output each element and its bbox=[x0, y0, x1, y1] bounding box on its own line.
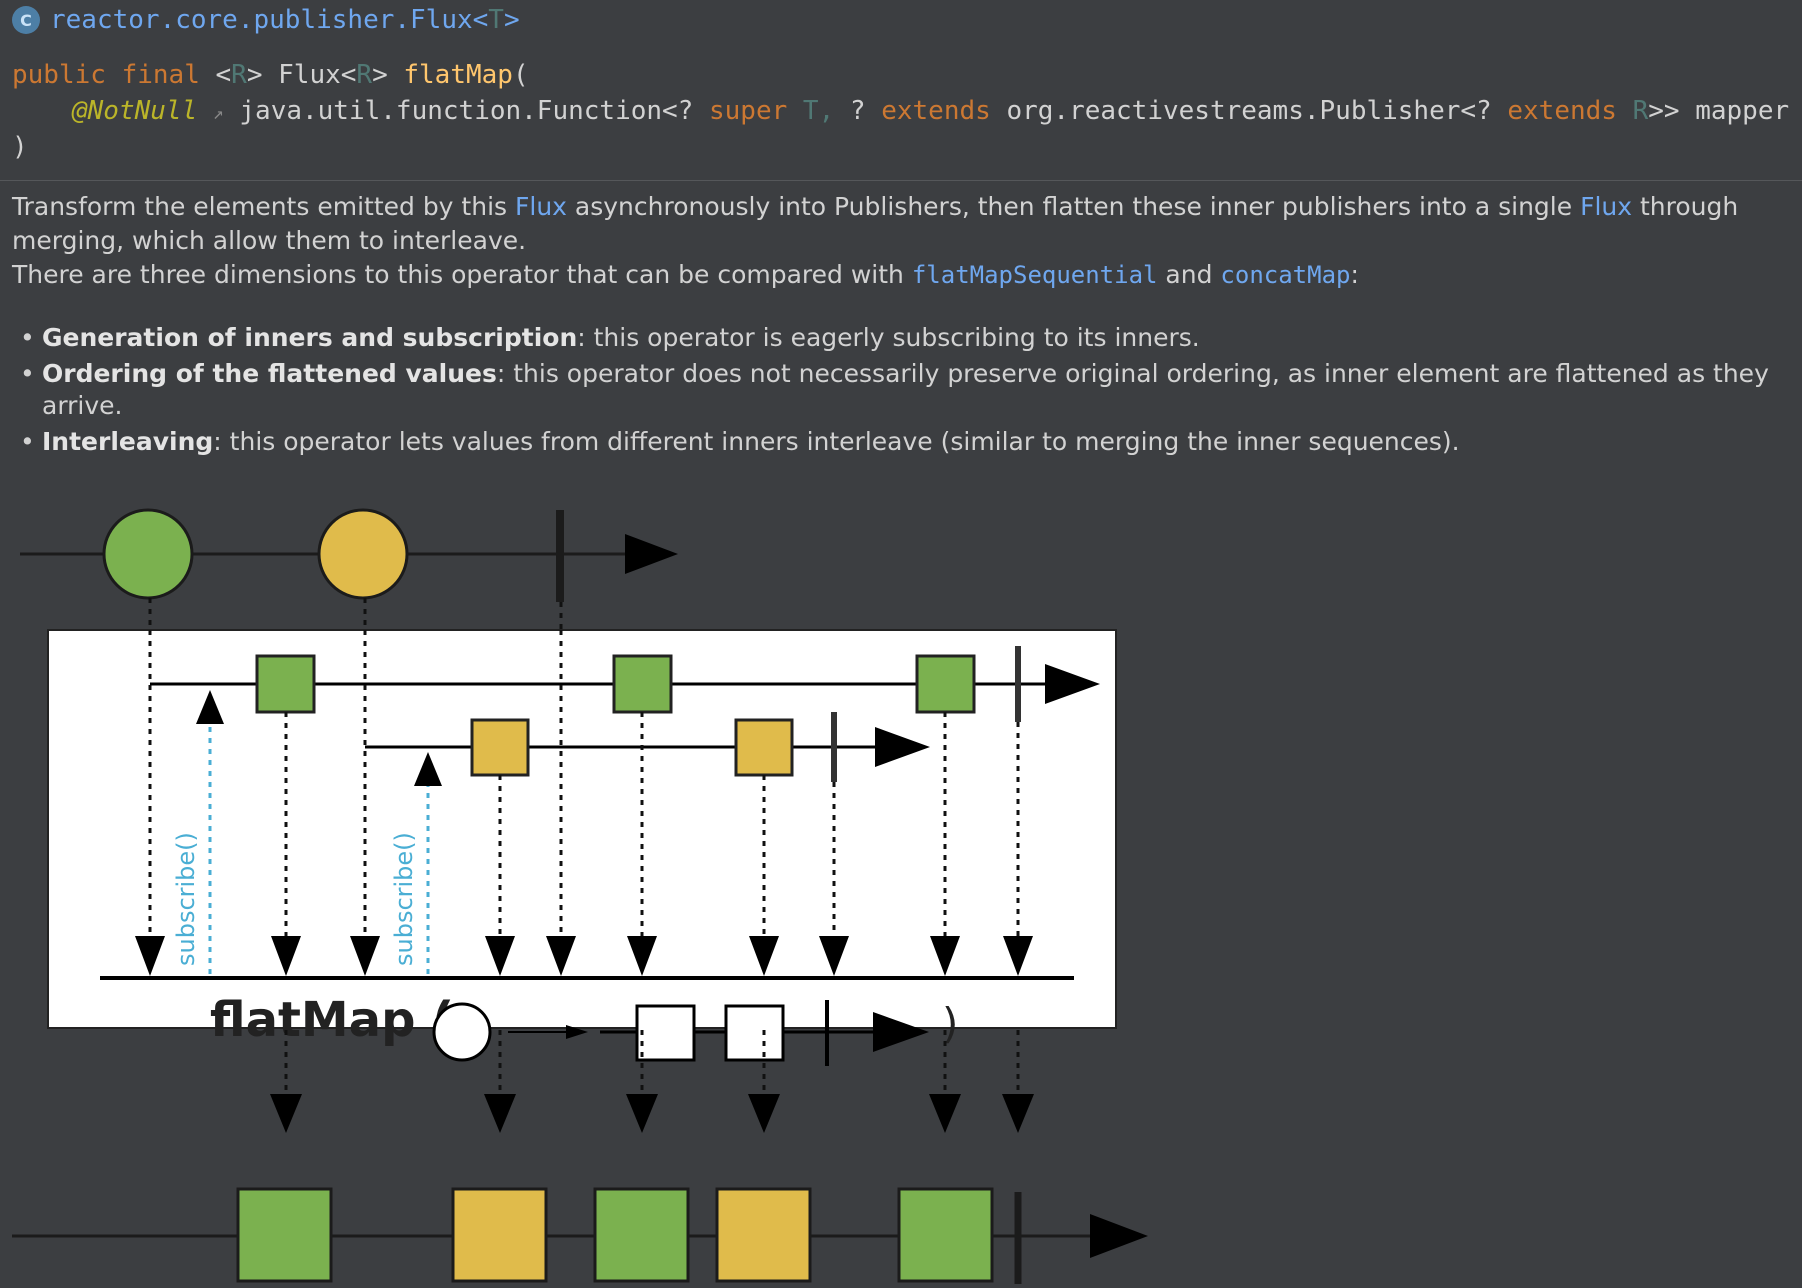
class-icon: C bbox=[12, 6, 40, 34]
marble-diagram: subscribe() subscribe() flatMap () bbox=[12, 508, 1148, 1284]
concatmap-link[interactable]: concatMap bbox=[1220, 261, 1350, 289]
timeline-arrow-icon bbox=[1090, 1214, 1148, 1258]
list-item: • Ordering of the flattened values: this … bbox=[20, 359, 1769, 420]
list-item: • Generation of inners and subscription: … bbox=[20, 323, 1200, 352]
external-link-icon[interactable]: ↗ bbox=[213, 103, 224, 124]
source-timeline bbox=[20, 508, 678, 602]
marble-circle-icon bbox=[432, 1002, 492, 1062]
doc-paragraph-2: There are three dimensions to this opera… bbox=[12, 260, 1359, 289]
class-reference[interactable]: C reactor.core.publisher.Flux<T> bbox=[12, 4, 520, 36]
signature-header: C reactor.core.publisher.Flux<T> public … bbox=[0, 0, 1802, 181]
method-signature-params: @NotNull ↗ java.util.function.Function<?… bbox=[72, 96, 1790, 126]
flatmapsequential-link[interactable]: flatMapSequential bbox=[912, 261, 1158, 289]
output-item-green bbox=[897, 1187, 994, 1283]
class-name[interactable]: reactor.core.publisher.Flux<T> bbox=[50, 5, 520, 35]
flux-link[interactable]: Flux bbox=[515, 192, 567, 221]
source-marble-yellow bbox=[317, 508, 409, 600]
method-signature-close: ) bbox=[12, 132, 28, 162]
flux-link[interactable]: Flux bbox=[1580, 192, 1632, 221]
list-item: • Interleaving: this operator lets values… bbox=[20, 427, 1460, 456]
notnull-annotation[interactable]: @NotNull bbox=[72, 96, 197, 126]
operator-label: flatMap ( bbox=[210, 992, 454, 1048]
doc-paragraph-1: Transform the elements emitted by this F… bbox=[12, 192, 1739, 255]
output-timeline bbox=[12, 1187, 1148, 1284]
method-signature-line-1: public final <R> Flux<R> flatMap( bbox=[12, 60, 529, 90]
output-item-green bbox=[593, 1187, 690, 1283]
method-name: flatMap bbox=[403, 60, 513, 90]
output-item-green bbox=[236, 1187, 333, 1283]
dimension-list: • Generation of inners and subscription: … bbox=[12, 322, 1782, 458]
operator-close: ) bbox=[942, 999, 958, 1048]
timeline-arrow-icon bbox=[625, 534, 678, 574]
inner-publisher-green bbox=[150, 646, 1100, 722]
subscribe-label: subscribe() bbox=[172, 832, 200, 966]
source-marble-green bbox=[102, 508, 194, 600]
documentation-body: Transform the elements emitted by this F… bbox=[12, 190, 1782, 462]
subscribe-label: subscribe() bbox=[390, 832, 418, 966]
output-item-yellow bbox=[451, 1187, 548, 1283]
output-item-yellow bbox=[715, 1187, 812, 1283]
